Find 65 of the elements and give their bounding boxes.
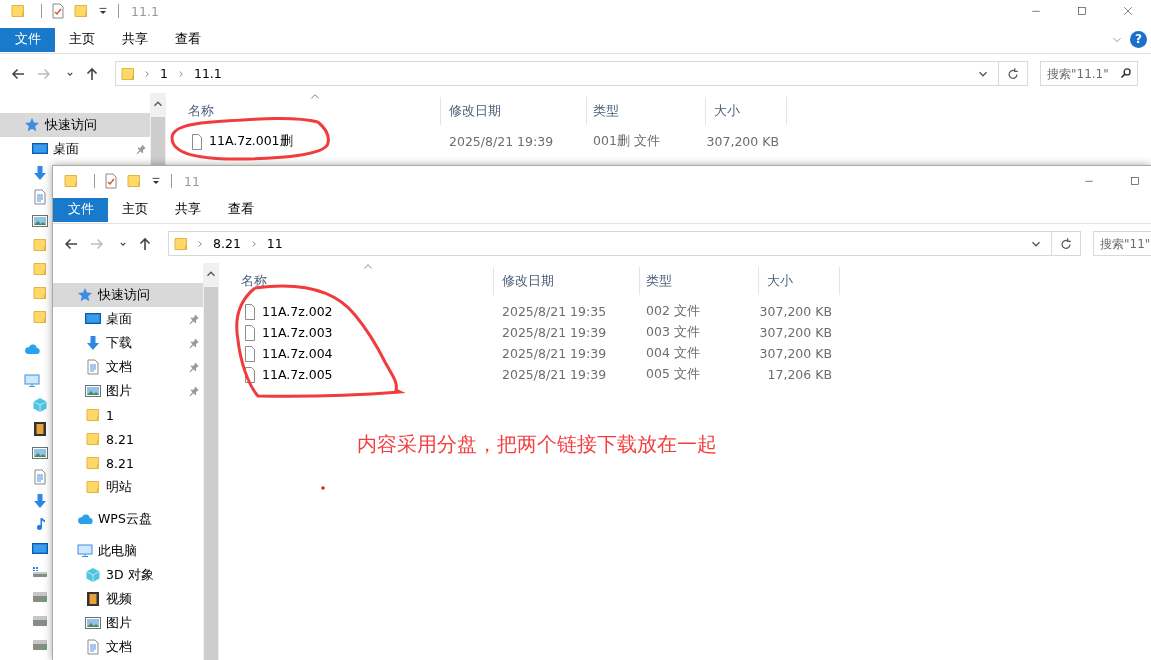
file-item[interactable]: 11A.7z.004 — [228, 343, 494, 364]
table-cell-text: 001删 文件 — [592, 132, 661, 150]
table-cell-text: 2025/8/21 19:39 — [501, 324, 608, 342]
ribbon-tab[interactable]: 共享 — [161, 197, 214, 222]
breadcrumb-item[interactable]: 8.21 — [211, 236, 243, 251]
sidebar-item[interactable]: 明站 — [53, 475, 203, 499]
table-cell-text: 2025/8/21 19:35 — [501, 303, 608, 321]
table-cell-text: 2025/8/21 19:39 — [448, 133, 555, 151]
table-cell-text: 003 文件 — [645, 323, 701, 341]
sidebar-item[interactable]: 快速访问 — [0, 113, 150, 137]
table-cell-text: 307,200 KB — [759, 345, 833, 363]
help-button[interactable]: ? — [1130, 31, 1147, 48]
sidebar-item[interactable]: 文档 — [53, 355, 203, 379]
ribbon-tab[interactable]: 共享 — [108, 27, 161, 52]
table-cell-text: 002 文件 — [645, 302, 701, 320]
sidebar-item[interactable]: 视频 — [53, 587, 203, 611]
column-header[interactable]: 类型 — [640, 267, 759, 295]
column-header[interactable]: 类型 — [587, 97, 706, 125]
window-title: 11 — [184, 173, 200, 189]
sidebar-item[interactable]: 桌面 — [0, 137, 150, 161]
breadcrumb-item[interactable]: 11 — [264, 236, 285, 251]
sidebar-item[interactable]: 8.21 — [53, 427, 203, 451]
file-tab[interactable]: 文件 — [0, 27, 55, 52]
window-title: 11.1 — [131, 3, 159, 19]
table-cell-text: 005 文件 — [645, 365, 701, 383]
sidebar-item[interactable]: 8.21 — [53, 451, 203, 475]
sidebar-item[interactable]: 快速访问 — [53, 283, 203, 307]
sidebar-item[interactable]: 下载 — [53, 331, 203, 355]
table-cell-text: 307,200 KB — [706, 133, 780, 151]
file-item[interactable]: 11A.7z.001删 — [175, 131, 441, 152]
sidebar-item[interactable]: WPS云盘 — [53, 507, 203, 531]
column-header[interactable]: 名称 — [228, 267, 494, 295]
table-cell-text: 307,200 KB — [759, 303, 833, 321]
table-cell-text: 2025/8/21 19:39 — [501, 366, 608, 384]
file-item[interactable]: 11A.7z.002 — [228, 301, 494, 322]
ribbon-tab[interactable]: 主页 — [55, 27, 108, 52]
address-bar[interactable]: 1 11.1 — [115, 61, 998, 86]
address-bar[interactable]: 8.21 11 — [168, 231, 1051, 256]
ribbon-tab[interactable]: 主页 — [108, 197, 161, 222]
column-header[interactable]: 名称 — [175, 97, 441, 125]
ribbon-tab[interactable]: 查看 — [214, 197, 267, 222]
table-cell-text: 2025/8/21 19:39 — [501, 345, 608, 363]
search-field[interactable]: 搜索"11" — [1093, 231, 1151, 256]
breadcrumb-item[interactable]: 11.1 — [191, 66, 224, 81]
column-header[interactable]: 大小 — [759, 267, 840, 295]
ribbon-tab[interactable]: 查看 — [161, 27, 214, 52]
breadcrumb-item[interactable]: 1 — [158, 66, 170, 81]
file-item[interactable]: 11A.7z.003 — [228, 322, 494, 343]
column-header[interactable]: 修改日期 — [441, 97, 587, 125]
sidebar-item[interactable]: 桌面 — [53, 307, 203, 331]
file-tab[interactable]: 文件 — [53, 197, 108, 222]
sidebar-item[interactable]: 此电脑 — [53, 539, 203, 563]
annotation-text: 内容采用分盘，把两个链接下载放在一起 — [357, 432, 717, 458]
file-item[interactable]: 11A.7z.005 — [228, 364, 494, 385]
column-header[interactable]: 修改日期 — [494, 267, 640, 295]
sidebar-item[interactable]: 3D 对象 — [53, 563, 203, 587]
sidebar-item[interactable]: 图片 — [53, 611, 203, 635]
sidebar-item[interactable]: 图片 — [53, 379, 203, 403]
table-cell-text: 307,200 KB — [759, 324, 833, 342]
table-cell-text: 004 文件 — [645, 344, 701, 362]
table-cell-text: 17,206 KB — [766, 366, 833, 384]
sidebar-item[interactable]: 文档 — [53, 635, 203, 659]
column-header[interactable]: 大小 — [706, 97, 787, 125]
search-field[interactable]: 搜索"11.1" — [1040, 61, 1138, 86]
sidebar-item[interactable]: 1 — [53, 403, 203, 427]
